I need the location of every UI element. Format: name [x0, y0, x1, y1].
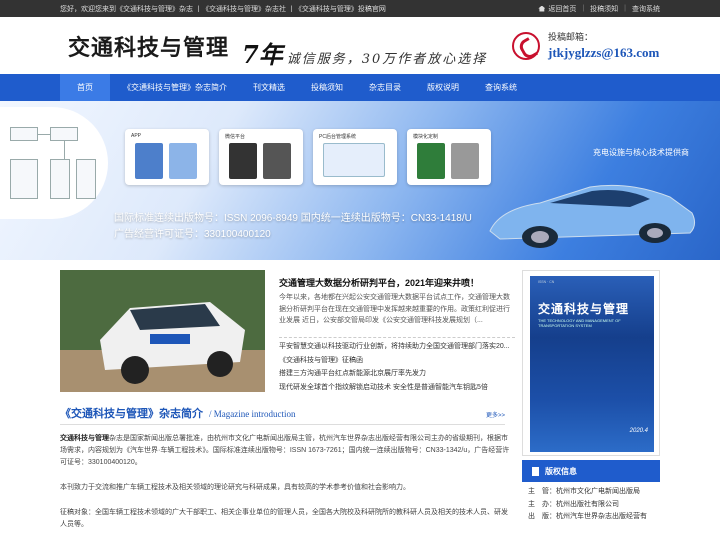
card-title: APP	[131, 133, 142, 139]
phone-screen-icon	[229, 143, 257, 179]
cover-image: ISSN · CN 交通科技与管理 THE TECHNOLOGY AND MAN…	[530, 276, 654, 452]
nav-selected[interactable]: 刊文精选	[240, 74, 298, 101]
publish-row: 主 办：杭州出版社有限公司	[528, 500, 619, 508]
rally-car-photo[interactable]	[60, 270, 265, 392]
top-links: 返回首页 | 投稿须知 | 查询系统	[538, 4, 660, 14]
banner-issn: 国际标准连续出版物号：ISSN 2096-8949 国内统一连续出版物号：CN3…	[114, 213, 472, 224]
intro-body: 交通科技与管理杂志是国家新闻出版总署批准，由杭州市文化广电新闻出版局主管，杭州汽…	[60, 433, 510, 540]
publish-heading: 版权信息	[545, 466, 577, 476]
card-title: 微信平台	[225, 134, 246, 140]
intro-magazine-name: 交通科技与管理	[60, 435, 109, 442]
cover-subtitle: THE TECHNOLOGY AND MANAGEMENT OF TRANSPO…	[538, 318, 621, 328]
publish-info-header: 版权信息	[522, 460, 660, 482]
top-bar: 您好，欢迎您来到《交通科技与管理》杂志 丨《交通科技与管理》杂志社 丨《交通科技…	[0, 0, 720, 17]
top-link-query[interactable]: 查询系统	[632, 4, 660, 14]
intro-paragraph: 征稿对象：全国车辆工程技术领域的广大干部职工、相关企事业单位的管理人员，全国各大…	[60, 509, 508, 528]
nav-query[interactable]: 查询系统	[472, 74, 530, 101]
more-link[interactable]: 更多>>	[486, 410, 505, 419]
hero-banner[interactable]: APP 微信平台 PC后台管理系统 模块化定制 充电设施与核心技术提供商 国际标…	[0, 101, 720, 260]
intro-title-en: / Magazine introduction	[209, 409, 296, 419]
screen-icon	[323, 143, 385, 177]
nav-catalog[interactable]: 杂志目录	[356, 74, 414, 101]
slogan-text: 诚信服务，30万作者放心选择	[286, 52, 488, 67]
card-app: APP	[125, 129, 209, 185]
news-item[interactable]: 平安智慧交通以科技驱动行业创新，将持续助力全国交通管理部门落实20...	[279, 337, 515, 354]
contact-box: 投稿邮箱： jtkjyglzzs@163.com	[512, 30, 659, 61]
cover-year: 2020.4	[629, 428, 648, 434]
circuit-board-icon	[417, 143, 445, 179]
main-nav: 首页 《交通科技与管理》杂志简介 刊文精选 投稿须知 杂志目录 版权说明 查询系…	[0, 74, 720, 101]
contact-label: 投稿邮箱：	[548, 32, 594, 42]
banner-license: 广告经营许可证号：330100400120	[114, 229, 271, 240]
contact-email[interactable]: jtkjyglzzs@163.com	[548, 45, 659, 61]
card-title: PC后台管理系统	[319, 134, 356, 140]
nav-home[interactable]: 首页	[60, 74, 110, 101]
publish-row: 主 管：杭州市文化广电新闻出版局	[528, 488, 640, 495]
nav-intro[interactable]: 《交通科技与管理》杂志简介	[110, 74, 240, 101]
phone-screen-icon	[135, 143, 163, 179]
top-link-home[interactable]: 返回首页	[548, 4, 576, 14]
card-wechat: 微信平台	[219, 129, 303, 185]
header: 交通科技与管理 7年 诚信服务，30万作者放心选择 投稿邮箱： jtkjyglzz…	[0, 17, 720, 74]
slogan: 7年 诚信服务，30万作者放心选择	[242, 35, 487, 70]
nav-copyright[interactable]: 版权说明	[414, 74, 472, 101]
publish-info-list: 主 管：杭州市文化广电新闻出版局 主 办：杭州出版社有限公司 出 版：杭州汽车世…	[522, 486, 660, 524]
car-illustration	[489, 184, 696, 248]
flowchart-graphic	[0, 107, 108, 219]
publish-row: 出 版：杭州汽车世界杂志出版经营有	[528, 513, 647, 520]
intro-paragraph: 交通科技与管理杂志是国家新闻出版总署批准，由杭州市文化广电新闻出版局主管，杭州汽…	[60, 433, 510, 469]
news-item[interactable]: 现代研发全球首个指纹解锁启动技术 安全性是普通智能汽车钥匙5倍	[279, 381, 515, 395]
intro-paragraph: 本刊致力于交流和推广车辆工程技术及相关领域的理论研究与科研成果，具有较高的学术参…	[60, 484, 410, 491]
magazine-cover[interactable]: ISSN · CN 交通科技与管理 THE TECHNOLOGY AND MAN…	[522, 270, 660, 456]
cover-corner-text: ISSN · CN	[538, 280, 555, 284]
intro-paragraph-text: 杂志是国家新闻出版总署批准，由杭州市文化广电新闻出版局主管，杭州汽车世界杂志出版…	[60, 435, 510, 466]
intro-title: 《交通科技与管理》杂志简介	[60, 408, 203, 420]
banner-tagline: 充电设施与核心技术提供商	[593, 148, 689, 157]
home-icon	[538, 5, 546, 12]
document-icon	[532, 466, 539, 476]
card-module: 模块化定制	[407, 129, 491, 185]
separator: |	[582, 5, 585, 12]
page: 您好，欢迎您来到《交通科技与管理》杂志 丨《交通科技与管理》杂志社 丨《交通科技…	[0, 0, 720, 540]
phone-icon	[512, 31, 540, 60]
top-link-submit[interactable]: 投稿须知	[590, 4, 618, 14]
card-title: 模块化定制	[413, 134, 439, 140]
site-logo[interactable]: 交通科技与管理	[68, 30, 229, 62]
nav-submit[interactable]: 投稿须知	[298, 74, 356, 101]
headline-summary: 今年以来，各地都在兴起公安交通管理大数据平台试点工作，交通管理大数据分析研判平台…	[279, 294, 510, 324]
banner-info: 国际标准连续出版物号：ISSN 2096-8949 国内统一连续出版物号：CN3…	[114, 211, 472, 243]
separator: |	[624, 5, 626, 12]
card-pc: PC后台管理系统	[313, 129, 397, 185]
news-item[interactable]: 《交通科技与管理》征稿函	[279, 354, 515, 368]
slogan-years: 7年	[242, 40, 283, 69]
news-list: 平安智慧交通以科技驱动行业创新，将持续助力全国交通管理部门落实20... 《交通…	[279, 337, 515, 394]
intro-header: 《交通科技与管理》杂志简介 / Magazine introduction 更多…	[60, 405, 505, 425]
cover-title: 交通科技与管理	[538, 302, 630, 316]
phone-screen-icon	[169, 143, 197, 179]
phone-screen-icon	[263, 143, 291, 179]
headline-title[interactable]: 交通管理大数据分析研判平台，2021年迎来井喷！	[279, 276, 519, 289]
welcome-text: 您好，欢迎您来到《交通科技与管理》杂志 丨《交通科技与管理》杂志社 丨《交通科技…	[60, 5, 386, 13]
feature-cards: APP 微信平台 PC后台管理系统 模块化定制	[125, 129, 491, 185]
device-icon	[451, 143, 479, 179]
news-item[interactable]: 搭建三方沟通平台红点新能源北京展厅率先发力	[279, 367, 515, 381]
